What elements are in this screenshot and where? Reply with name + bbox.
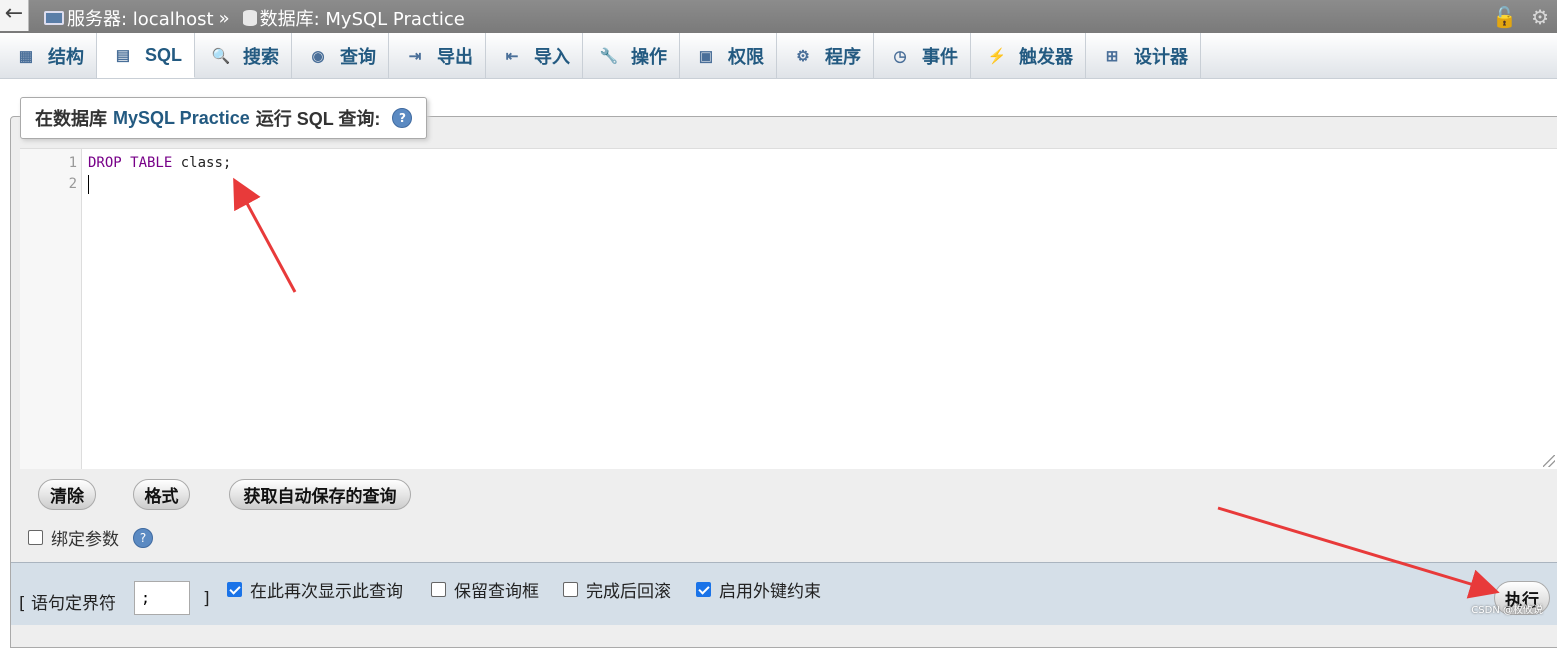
- query-icon: ◉: [311, 47, 325, 65]
- breadcrumb-server[interactable]: 服务器: localhost: [67, 5, 214, 31]
- search-icon: 🔍: [211, 47, 231, 65]
- tab-label: 操作: [631, 46, 668, 67]
- legend-suffix: 运行 SQL 查询:: [255, 109, 381, 129]
- tab-label: 导出: [437, 46, 474, 67]
- bind-parameters-label: 绑定参数: [51, 530, 119, 550]
- options-bar: [ 语句定界符 ] 在此再次显示此查询 保留查询框 完成后回滚 启用外键约束 执…: [11, 562, 1557, 625]
- sql-keyword: DROP TABLE: [88, 155, 173, 171]
- tab-label: SQL: [145, 44, 183, 65]
- designer-icon: ⊞: [1105, 47, 1119, 65]
- show-again-checkbox[interactable]: [227, 582, 242, 597]
- gear-icon[interactable]: ⚙: [1531, 5, 1549, 29]
- clear-button[interactable]: 清除: [38, 479, 96, 510]
- line-number-gutter: 1 2: [20, 149, 82, 469]
- legend-database: MySQL Practice: [113, 107, 250, 128]
- tab-2[interactable]: 🔍 搜索: [195, 33, 293, 78]
- breadcrumb-database[interactable]: 数据库: MySQL Practice: [260, 5, 465, 31]
- structure-icon: ▦: [18, 47, 34, 65]
- panel-title: 在数据库 MySQL Practice 运行 SQL 查询: ?: [20, 97, 428, 139]
- line-number: 2: [68, 176, 77, 192]
- rollback-checkbox[interactable]: [563, 582, 578, 597]
- code-line: DROP TABLE class;: [88, 155, 231, 171]
- tab-6[interactable]: 🔧 操作: [583, 33, 681, 78]
- tab-label: 触发器: [1019, 46, 1074, 67]
- delimiter-close-bracket: ]: [203, 589, 210, 609]
- database-icon: [242, 10, 257, 26]
- sql-icon: ▤: [115, 47, 131, 64]
- routines-icon: ⚙: [796, 47, 810, 65]
- tab-label: 导入: [534, 46, 571, 67]
- watermark: CSDN @枚攸说: [1471, 605, 1543, 616]
- lock-icon[interactable]: 🔓: [1492, 5, 1517, 29]
- sql-text: class;: [172, 155, 232, 171]
- back-button[interactable]: ←: [0, 0, 29, 31]
- breadcrumb: 服务器: localhost » 数据库: MySQL Practice: [44, 5, 465, 31]
- help-icon[interactable]: ?: [133, 527, 153, 548]
- option-foreign-keys[interactable]: 启用外键约束: [696, 577, 821, 602]
- legend-prefix: 在数据库: [35, 109, 107, 129]
- option-keep-box[interactable]: 保留查询框: [431, 577, 539, 602]
- line-number: 1: [68, 155, 77, 171]
- bind-parameters-checkbox[interactable]: [28, 530, 43, 545]
- tab-0[interactable]: ▦ 结构: [0, 33, 97, 78]
- bind-parameters-row: 绑定参数 ?: [28, 525, 153, 550]
- delimiter-input[interactable]: [134, 581, 190, 615]
- export-icon: ⇥: [408, 47, 422, 65]
- tab-label: 搜索: [243, 46, 280, 67]
- foreign-keys-label: 启用外键约束: [719, 582, 821, 602]
- tab-label: 程序: [825, 46, 862, 67]
- tab-7[interactable]: ▣ 权限: [680, 33, 778, 78]
- clock-icon: ◷: [893, 47, 907, 65]
- tab-10[interactable]: ⚡ 触发器: [971, 33, 1087, 78]
- keep-box-label: 保留查询框: [454, 582, 539, 602]
- sql-editor[interactable]: 1 2 DROP TABLE class;: [20, 148, 1557, 469]
- keep-box-checkbox[interactable]: [431, 582, 446, 597]
- text-caret: [88, 175, 89, 194]
- tab-label: 结构: [48, 46, 84, 67]
- wrench-icon: 🔧: [599, 47, 619, 65]
- tab-9[interactable]: ◷ 事件: [874, 33, 972, 78]
- tab-1[interactable]: ▤ SQL: [97, 33, 196, 78]
- option-rollback[interactable]: 完成后回滚: [563, 577, 671, 602]
- delimiter-label: [ 语句定界符: [19, 594, 117, 614]
- tab-label: 事件: [922, 46, 959, 67]
- breadcrumb-separator: »: [218, 7, 230, 29]
- format-button[interactable]: 格式: [133, 479, 190, 510]
- tab-label: 查询: [340, 46, 377, 67]
- tab-8[interactable]: ⚙ 程序: [777, 33, 875, 78]
- tab-11[interactable]: ⊞ 设计器: [1086, 33, 1202, 78]
- option-show-again[interactable]: 在此再次显示此查询: [227, 577, 403, 602]
- privileges-icon: ▣: [698, 47, 714, 65]
- tab-4[interactable]: ⇥ 导出: [389, 33, 487, 78]
- import-icon: ⇤: [505, 47, 519, 65]
- triggers-icon: ⚡: [987, 47, 1007, 65]
- tab-label: 权限: [728, 46, 765, 67]
- resize-handle-icon[interactable]: [1543, 455, 1555, 467]
- foreign-keys-checkbox[interactable]: [696, 582, 711, 597]
- restore-autosave-button[interactable]: 获取自动保存的查询: [229, 479, 411, 510]
- tab-label: 设计器: [1134, 46, 1189, 67]
- show-again-label: 在此再次显示此查询: [250, 582, 403, 602]
- rollback-label: 完成后回滚: [586, 582, 671, 602]
- server-icon: [44, 11, 64, 25]
- breadcrumb-bar: ← 服务器: localhost » 数据库: MySQL Practice 🔓…: [0, 0, 1557, 33]
- tab-5[interactable]: ⇤ 导入: [486, 33, 584, 78]
- tab-bar: ▦ 结构 ▤ SQL 🔍 搜索 ◉ 查询 ⇥ 导出 ⇤ 导入 🔧 操作 ▣ 权限 ⚙ 程序 ◷ 事件 ⚡ 触发器 ⊞ 设计器: [0, 33, 1557, 79]
- help-icon[interactable]: ?: [392, 108, 413, 128]
- tab-3[interactable]: ◉ 查询: [292, 33, 390, 78]
